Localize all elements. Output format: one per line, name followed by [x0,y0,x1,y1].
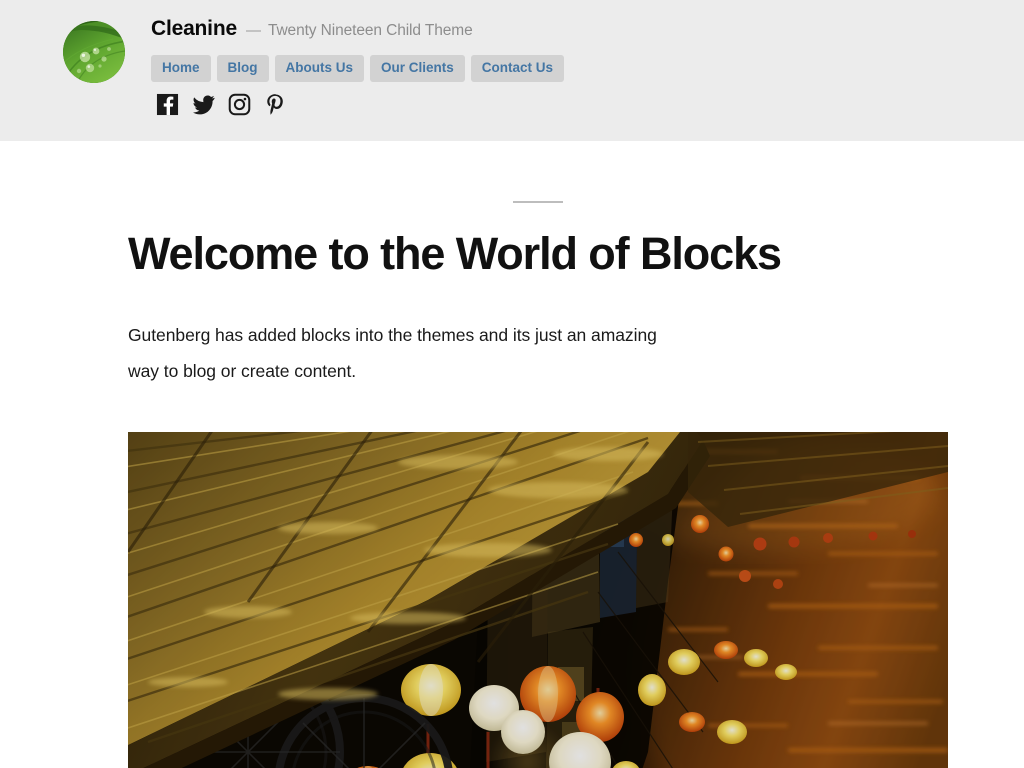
nav-item-home[interactable]: Home [151,55,211,82]
twitter-icon[interactable] [192,93,215,116]
entry-article: Welcome to the World of Blocks Gutenberg… [0,201,1024,389]
site-branding: Cleanine — Twenty Nineteen Child Theme H… [151,18,565,116]
nav-item-blog[interactable]: Blog [216,55,269,82]
page-title: Welcome to the World of Blocks [128,228,782,279]
site-logo[interactable] [63,21,125,83]
social-navigation [151,93,564,116]
site-header: Cleanine — Twenty Nineteen Child Theme H… [0,0,1024,141]
pinterest-icon[interactable] [264,93,287,116]
instagram-icon[interactable] [228,93,251,116]
site-main: Welcome to the World of Blocks Gutenberg… [0,201,1024,768]
facebook-icon[interactable] [156,93,179,116]
featured-image [128,432,948,768]
nav-item-contact-us[interactable]: Contact Us [470,55,565,82]
title-row: Cleanine — Twenty Nineteen Child Theme [151,18,564,44]
main-navigation: Home Blog Abouts Us Our Clients Contact … [151,55,565,82]
site-title[interactable]: Cleanine [151,18,237,39]
nav-item-abouts-us[interactable]: Abouts Us [274,55,365,82]
entry-divider [513,201,563,203]
entry-paragraph: Gutenberg has added blocks into the them… [128,325,657,382]
site-description: Twenty Nineteen Child Theme [267,22,473,39]
title-separator: — [245,22,261,39]
header-inner: Cleanine — Twenty Nineteen Child Theme H… [0,0,1024,116]
nav-item-our-clients[interactable]: Our Clients [370,55,465,82]
